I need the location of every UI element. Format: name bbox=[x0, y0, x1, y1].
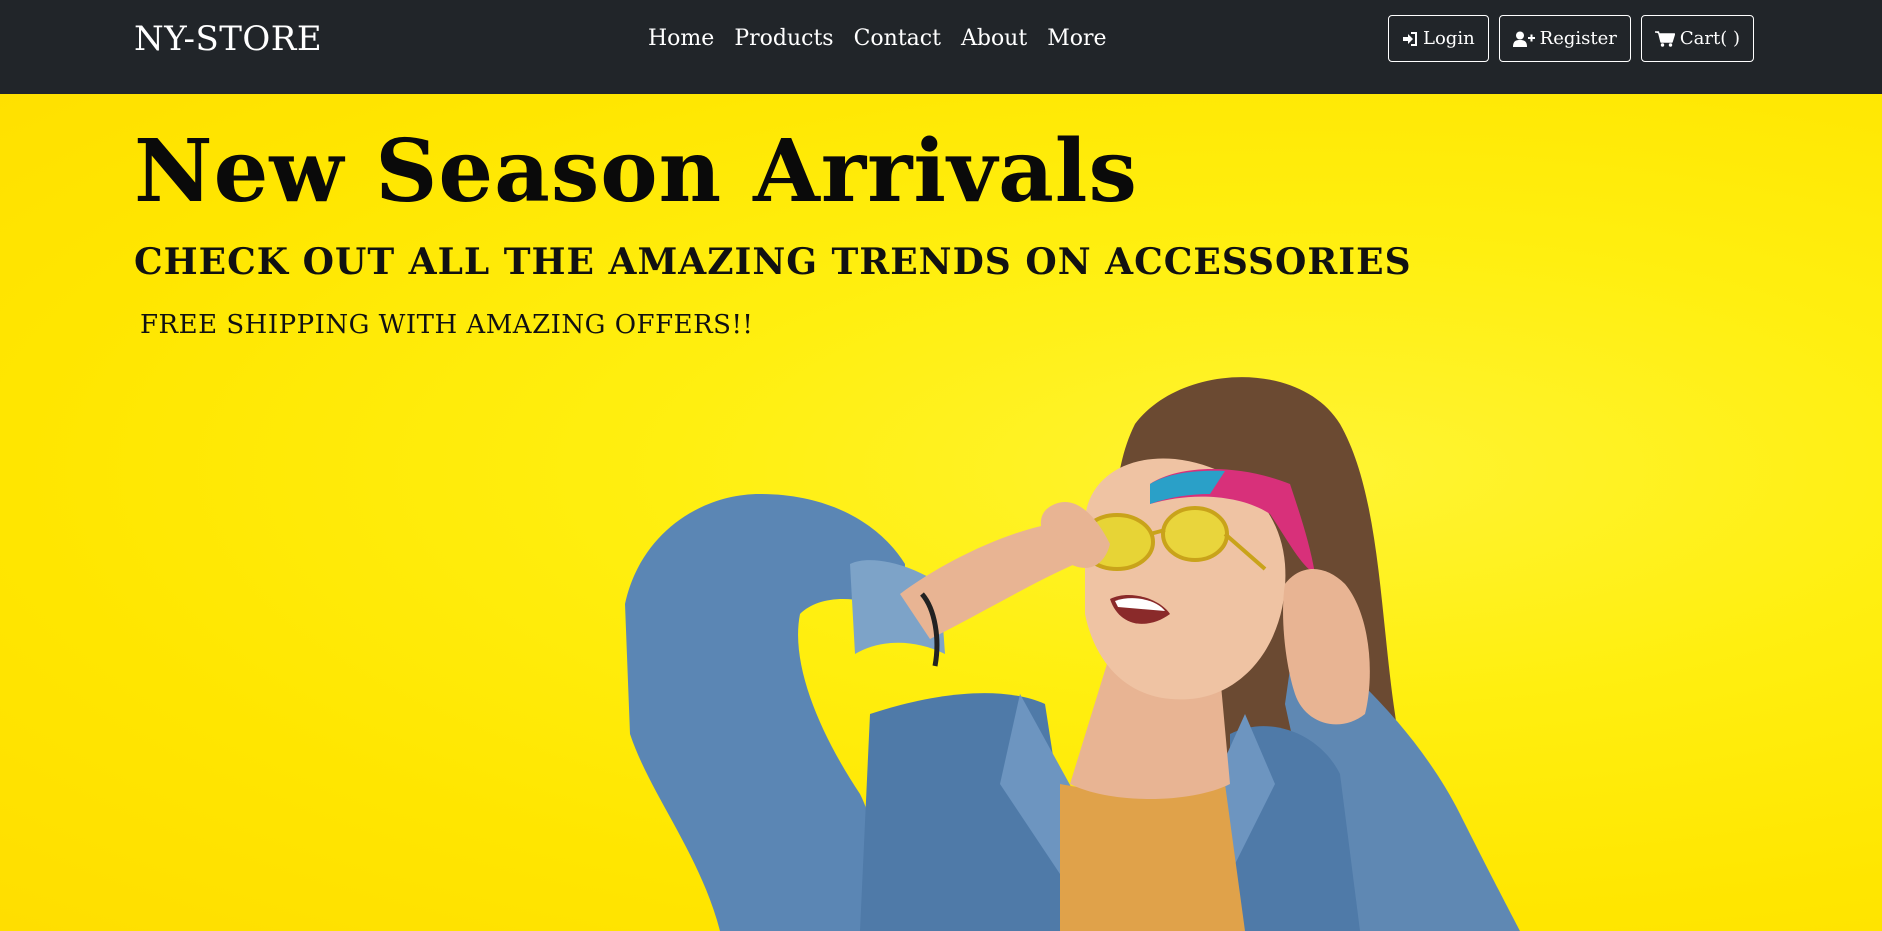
hero-title: New Season Arrivals bbox=[134, 121, 1138, 222]
cart-label: Cart( ) bbox=[1679, 28, 1740, 49]
login-label: Login bbox=[1423, 28, 1475, 49]
nav-links: Home Products Contact About More bbox=[648, 21, 1107, 57]
login-button[interactable]: Login bbox=[1388, 15, 1489, 62]
hero-banner: New Season Arrivals CHECK OUT ALL THE AM… bbox=[0, 94, 1882, 931]
sign-in-icon bbox=[1402, 31, 1418, 47]
hero-tagline: FREE SHIPPING WITH AMAZING OFFERS!! bbox=[140, 310, 754, 340]
nav-link-about[interactable]: About bbox=[961, 22, 1027, 56]
cart-button[interactable]: Cart( ) bbox=[1640, 15, 1754, 62]
nav-link-home[interactable]: Home bbox=[648, 22, 714, 56]
hero-subtitle: CHECK OUT ALL THE AMAZING TRENDS ON ACCE… bbox=[134, 241, 1412, 283]
nav-link-products[interactable]: Products bbox=[734, 22, 833, 56]
user-plus-icon bbox=[1512, 31, 1535, 47]
hero-text: New Season Arrivals CHECK OUT ALL THE AM… bbox=[134, 122, 1434, 342]
nav-link-contact[interactable]: Contact bbox=[854, 22, 941, 56]
navbar: NY-STORE Home Products Contact About Mor… bbox=[0, 0, 1882, 94]
cart-icon bbox=[1654, 30, 1675, 47]
nav-link-more[interactable]: More bbox=[1047, 22, 1106, 56]
register-button[interactable]: Register bbox=[1498, 15, 1631, 62]
nav-buttons: Login Register Cart( ) bbox=[1388, 15, 1754, 62]
brand-logo[interactable]: NY-STORE bbox=[134, 17, 322, 61]
register-label: Register bbox=[1539, 28, 1617, 49]
